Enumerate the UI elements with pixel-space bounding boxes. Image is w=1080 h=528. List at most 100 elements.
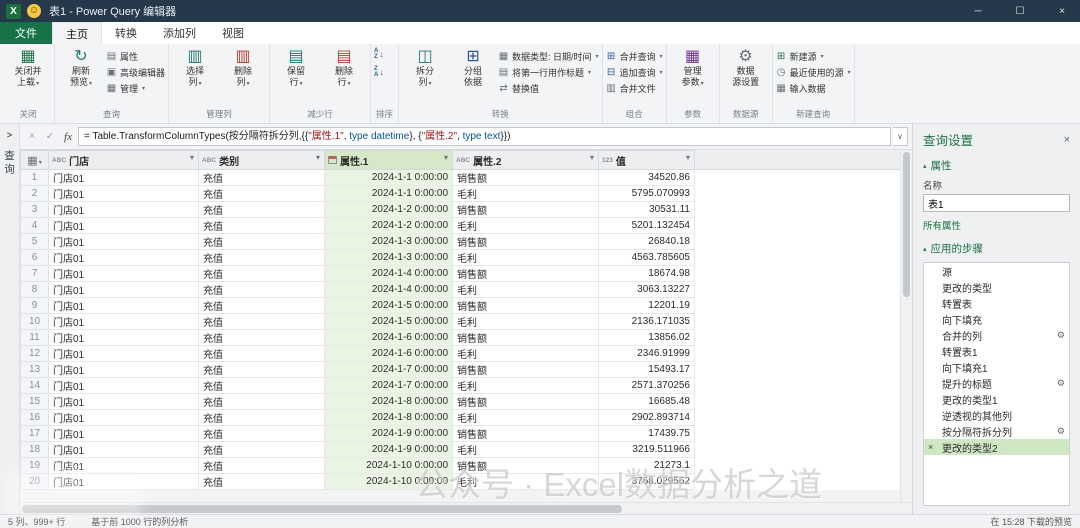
row-number[interactable]: 18 xyxy=(20,441,49,458)
cell[interactable]: 销售额 xyxy=(452,425,599,442)
cell[interactable]: 毛利 xyxy=(452,281,599,298)
formula-cancel-button[interactable]: × xyxy=(24,131,40,142)
enter-data-button[interactable]: ▦ 输入数据 xyxy=(776,82,851,95)
delete-step-icon[interactable]: × xyxy=(928,442,933,452)
cell[interactable]: 销售额 xyxy=(452,393,599,410)
row-number[interactable]: 2 xyxy=(20,185,49,202)
cell[interactable]: 2024-1-1 0:00:00 xyxy=(324,169,453,186)
cell[interactable]: 2024-1-9 0:00:00 xyxy=(324,425,453,442)
group-by-button[interactable]: ⊞ 分组 依据 xyxy=(450,47,496,88)
choose-columns-button[interactable]: ▥ 选择 列▾ xyxy=(172,47,218,90)
vertical-scrollbar-thumb[interactable] xyxy=(903,152,910,297)
cell[interactable]: 充值 xyxy=(198,457,325,474)
cell[interactable]: 2024-1-5 0:00:00 xyxy=(324,313,453,330)
sort-ascending-button[interactable]: AZ ↓ xyxy=(374,47,384,61)
tab-transform[interactable]: 转换 xyxy=(102,22,150,44)
cell[interactable]: 2024-1-8 0:00:00 xyxy=(324,409,453,426)
cell[interactable]: 销售额 xyxy=(452,457,599,474)
cell[interactable]: 充值 xyxy=(198,265,325,282)
new-source-button[interactable]: ⊞ 新建源 ▾ xyxy=(776,50,851,63)
cell[interactable]: 门店01 xyxy=(48,393,199,410)
applied-step-向下填充[interactable]: 向下填充 xyxy=(924,311,1069,327)
cell[interactable]: 充值 xyxy=(198,425,325,442)
row-number[interactable]: 14 xyxy=(20,377,49,394)
table-menu-button[interactable]: ▦▾ xyxy=(20,150,49,170)
cell[interactable]: 2902.893714 xyxy=(598,409,695,426)
cell[interactable]: 2571.370256 xyxy=(598,377,695,394)
cell[interactable]: 门店01 xyxy=(48,249,199,266)
cell[interactable]: 26840.18 xyxy=(598,233,695,250)
combine-files-button[interactable]: ▥ 合并文件 xyxy=(606,82,663,95)
applied-step-转置表[interactable]: 转置表 xyxy=(924,295,1069,311)
cell[interactable]: 充值 xyxy=(198,361,325,378)
cell[interactable]: 门店01 xyxy=(48,233,199,250)
advanced-editor-button[interactable]: ▣ 高级编辑器 xyxy=(106,66,165,79)
cell[interactable]: 2024-1-4 0:00:00 xyxy=(324,281,453,298)
cell[interactable]: 门店01 xyxy=(48,329,199,346)
cell[interactable]: 充值 xyxy=(198,441,325,458)
sort-descending-button[interactable]: ZA ↓ xyxy=(374,65,384,79)
refresh-preview-button[interactable]: ↻ 刷新 预览▾ xyxy=(58,47,104,90)
all-properties-link[interactable]: 所有属性 xyxy=(923,218,1070,232)
cell[interactable]: 门店01 xyxy=(48,345,199,362)
query-name-input[interactable] xyxy=(923,194,1070,212)
tab-file[interactable]: 文件 xyxy=(0,22,52,44)
applied-step-按分隔符拆分列[interactable]: 按分隔符拆分列 ⚙ xyxy=(924,423,1069,439)
filter-button[interactable]: ▾ xyxy=(189,153,195,162)
cell[interactable]: 13856.02 xyxy=(598,329,695,346)
cell[interactable]: 2136.171035 xyxy=(598,313,695,330)
step-settings-gear-icon[interactable]: ⚙ xyxy=(1057,426,1065,437)
use-first-row-as-headers-button[interactable]: ▤ 将第一行用作标题 ▾ xyxy=(498,66,599,79)
cell[interactable]: 16685.48 xyxy=(598,393,695,410)
cell[interactable]: 2024-1-3 0:00:00 xyxy=(324,249,453,266)
cell[interactable]: 2024-1-1 0:00:00 xyxy=(324,185,453,202)
cell[interactable]: 门店01 xyxy=(48,281,199,298)
cell[interactable]: 门店01 xyxy=(48,217,199,234)
cell[interactable]: 毛利 xyxy=(452,441,599,458)
row-number[interactable]: 15 xyxy=(20,393,49,410)
merge-queries-button[interactable]: ⊞ 合并查询 ▾ xyxy=(606,50,663,63)
cell[interactable]: 充值 xyxy=(198,169,325,186)
cell[interactable]: 毛利 xyxy=(452,473,599,490)
filter-button[interactable]: ▾ xyxy=(315,153,321,162)
cell[interactable]: 门店01 xyxy=(48,441,199,458)
append-queries-button[interactable]: ⊟ 追加查询 ▾ xyxy=(606,66,663,79)
cell[interactable]: 销售额 xyxy=(452,201,599,218)
status-profiling-info[interactable]: 基于前 1000 行的列分析 xyxy=(91,515,188,528)
applied-step-更改的类型1[interactable]: 更改的类型1 xyxy=(924,391,1069,407)
cell[interactable]: 2024-1-7 0:00:00 xyxy=(324,361,453,378)
cell[interactable]: 2024-1-6 0:00:00 xyxy=(324,345,453,362)
cell[interactable]: 门店01 xyxy=(48,185,199,202)
cell[interactable]: 30531.11 xyxy=(598,201,695,218)
split-column-button[interactable]: ◫ 拆分 列▾ xyxy=(402,47,448,90)
data-source-settings-button[interactable]: ⚙ 数据 源设置 xyxy=(723,47,769,88)
expand-queries-pane-button[interactable]: > xyxy=(7,130,12,140)
cell[interactable]: 充值 xyxy=(198,393,325,410)
text-type-icon[interactable]: ABC xyxy=(52,157,66,164)
applied-step-合并的列[interactable]: 合并的列 ⚙ xyxy=(924,327,1069,343)
formula-expand-button[interactable]: ∨ xyxy=(893,127,908,146)
replace-values-button[interactable]: ⇄ 替换值 xyxy=(498,82,599,95)
cell[interactable]: 充值 xyxy=(198,281,325,298)
row-number[interactable]: 13 xyxy=(20,361,49,378)
cell[interactable]: 门店01 xyxy=(48,169,199,186)
cell[interactable]: 3219.511966 xyxy=(598,441,695,458)
cell[interactable]: 2024-1-9 0:00:00 xyxy=(324,441,453,458)
cell[interactable]: 5201.132454 xyxy=(598,217,695,234)
applied-step-向下填充1[interactable]: 向下填充1 xyxy=(924,359,1069,375)
manage-parameters-button[interactable]: ▦ 管理 参数▾ xyxy=(670,47,716,90)
applied-step-更改的类型[interactable]: 更改的类型 xyxy=(924,279,1069,295)
cell[interactable]: 充值 xyxy=(198,233,325,250)
column-header-门店[interactable]: ABC 门店 ▾ xyxy=(48,150,199,170)
tab-add-column[interactable]: 添加列 xyxy=(150,22,209,44)
manage-button[interactable]: ▦ 管理 ▾ xyxy=(106,82,165,95)
remove-rows-button[interactable]: ▤ 删除 行▾ xyxy=(321,47,367,90)
cell[interactable]: 2024-1-4 0:00:00 xyxy=(324,265,453,282)
row-number[interactable]: 3 xyxy=(20,201,49,218)
cell[interactable]: 2024-1-2 0:00:00 xyxy=(324,217,453,234)
row-number[interactable]: 1 xyxy=(20,169,49,186)
cell[interactable]: 17439.75 xyxy=(598,425,695,442)
cell[interactable]: 销售额 xyxy=(452,265,599,282)
cell[interactable]: 销售额 xyxy=(452,297,599,314)
tab-home[interactable]: 主页 xyxy=(52,22,102,44)
